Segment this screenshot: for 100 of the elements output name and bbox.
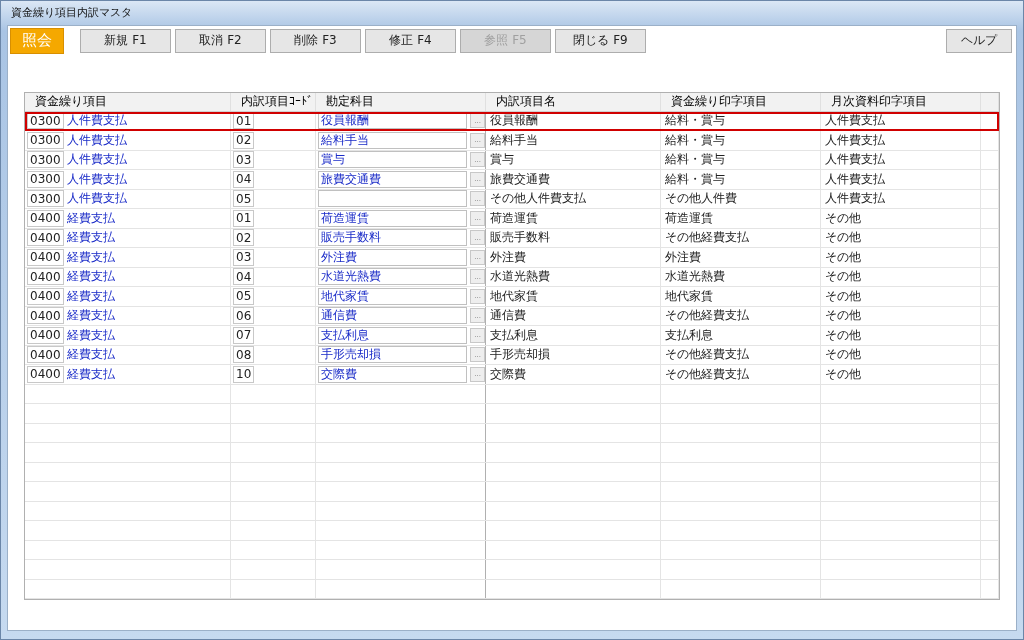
code-field[interactable]: 0400 [27,287,64,305]
table-row[interactable]: 0400 経費支払 07 支払利息 ... 支払利息 支払利息 その他 [25,326,999,346]
column-header: 資金繰り項目 [25,92,231,111]
account-field[interactable] [318,190,468,208]
code-field[interactable]: 0300 [27,112,64,130]
table-row[interactable]: 0300 人件費支払 02 給料手当 ... 給料手当 給料・賞与 人件費支払 [25,131,999,151]
code-field[interactable]: 03 [233,151,255,169]
table-cell-text: 水道光熱費 [664,268,725,286]
code-field[interactable]: 0400 [27,209,64,227]
code-field[interactable]: 0400 [27,365,64,383]
code-field[interactable]: 04 [233,268,255,286]
item-name: 経費支払 [66,209,115,227]
account-field[interactable]: 給料手当 [318,131,468,149]
table-row[interactable]: 0400 経費支払 06 通信費 ... 通信費 その他経費支払 その他 [25,306,999,326]
item-name: 経費支払 [66,326,115,344]
code-field[interactable]: 02 [233,229,255,247]
selected-row[interactable]: 0300 人件費支払 01 役員報酬 ... 役員報酬 給料・賞与 人件費支払 [25,111,999,131]
item-name: 経費支払 [66,287,115,305]
code-field[interactable]: 0300 [27,151,64,169]
code-field[interactable]: 01 [233,112,255,130]
code-field[interactable]: 02 [233,131,255,149]
table-row[interactable]: 0300 人件費支払 03 賞与 ... 賞与 給料・賞与 人件費支払 [25,150,999,170]
account-field[interactable]: 旅費交通費 [318,170,468,188]
toolbar-button[interactable]: 閉じる F9 [555,28,646,53]
code-field[interactable]: 0300 [27,190,64,208]
code-field[interactable]: 06 [233,307,255,325]
code-field[interactable]: 08 [233,346,255,364]
toolbar-button[interactable]: 新規 F1 [80,28,171,53]
code-field[interactable]: 10 [233,365,255,383]
lookup-button[interactable]: ... [470,171,485,187]
account-field[interactable]: 外注費 [318,248,468,266]
table-cell-text: 交際費 [489,365,526,383]
table-cell-text: 人件費支払 [824,112,885,130]
code-field[interactable]: 0400 [27,268,64,286]
table-row[interactable]: 0400 経費支払 05 地代家賃 ... 地代家賃 地代家賃 その他 [25,287,999,307]
code-field[interactable]: 0400 [27,326,64,344]
window-title: 資金繰り項目内訳マスタ [10,5,133,22]
column-header: 月次資料印字項目 [821,92,981,111]
account-field[interactable]: 販売手数料 [318,229,468,247]
code-field[interactable]: 0400 [27,229,64,247]
lookup-button[interactable]: ... [470,113,485,129]
lookup-button[interactable]: ... [470,269,485,285]
lookup-button[interactable]: ... [470,191,485,207]
code-field[interactable]: 0400 [27,307,64,325]
code-field[interactable]: 03 [233,248,255,266]
table-cell-text: その他 [824,248,861,266]
table-row[interactable]: 0400 経費支払 02 販売手数料 ... 販売手数料 その他経費支払 その他 [25,228,999,248]
table-cell-text: 旅費交通費 [489,170,550,188]
table-cell-text: 人件費支払 [824,151,885,169]
table-row[interactable]: 0300 人件費支払 04 旅費交通費 ... 旅費交通費 給料・賞与 人件費支払 [25,170,999,190]
lookup-button[interactable]: ... [470,132,485,148]
lookup-button[interactable]: ... [470,347,485,363]
account-field[interactable]: 役員報酬 [318,112,468,130]
lookup-button[interactable]: ... [470,327,485,343]
code-field[interactable]: 0300 [27,131,64,149]
lookup-button[interactable]: ... [470,230,485,246]
item-name: 経費支払 [66,346,115,364]
account-field[interactable]: 支払利息 [318,326,468,344]
table-cell-text: 給料・賞与 [664,151,725,169]
account-field[interactable]: 水道光熱費 [318,268,468,286]
account-field[interactable]: 賞与 [318,151,468,169]
code-field[interactable]: 0400 [27,346,64,364]
lookup-button[interactable]: ... [470,249,485,265]
account-field[interactable]: 交際費 [318,365,468,383]
code-field[interactable]: 04 [233,170,255,188]
column-header: 内訳項目名 [486,92,661,111]
table-row[interactable]: 0400 経費支払 04 水道光熱費 ... 水道光熱費 水道光熱費 その他 [25,267,999,287]
table-row[interactable]: 0400 経費支払 03 外注費 ... 外注費 外注費 その他 [25,248,999,268]
account-field[interactable]: 荷造運賃 [318,209,468,227]
table-row[interactable]: 0400 経費支払 08 手形売却損 ... 手形売却損 その他経費支払 その他 [25,345,999,365]
mode-indicator: 照会 [10,27,64,54]
table-cell-text: 販売手数料 [489,229,550,247]
code-field[interactable]: 01 [233,209,255,227]
table-row[interactable]: 0300 人件費支払 05 ... その他人件費支払 その他人件費 人件費支払 [25,189,999,209]
code-field[interactable]: 05 [233,287,255,305]
table-cell-text: その他 [824,209,861,227]
table-cell-text: その他経費支払 [664,229,749,247]
account-field[interactable]: 地代家賃 [318,287,468,305]
lookup-button[interactable]: ... [470,308,485,324]
account-field[interactable]: 手形売却損 [318,346,468,364]
toolbar-button[interactable]: 修正 F4 [365,28,456,53]
account-field[interactable]: 通信費 [318,307,468,325]
lookup-button[interactable]: ... [470,152,485,168]
table-cell-text: その他 [824,326,861,344]
lookup-button[interactable]: ... [470,288,485,304]
toolbar-button[interactable]: 取消 F2 [175,28,266,53]
lookup-button[interactable]: ... [470,210,485,226]
code-field[interactable]: 0300 [27,170,64,188]
code-field[interactable]: 05 [233,190,255,208]
table-cell-text: 荷造運賃 [664,209,713,227]
code-field[interactable]: 07 [233,326,255,344]
table-row[interactable]: 0400 経費支払 01 荷造運賃 ... 荷造運賃 荷造運賃 その他 [25,209,999,229]
lookup-button[interactable]: ... [470,366,485,382]
item-name: 人件費支払 [66,190,127,208]
code-field[interactable]: 0400 [27,248,64,266]
table-cell-text: 外注費 [664,248,701,266]
table-row[interactable]: 0400 経費支払 10 交際費 ... 交際費 その他経費支払 その他 [25,365,999,385]
toolbar-button[interactable]: 削除 F3 [270,28,361,53]
table-cell-text: 賞与 [489,151,514,169]
help-button[interactable]: ヘルプ [946,28,1012,53]
